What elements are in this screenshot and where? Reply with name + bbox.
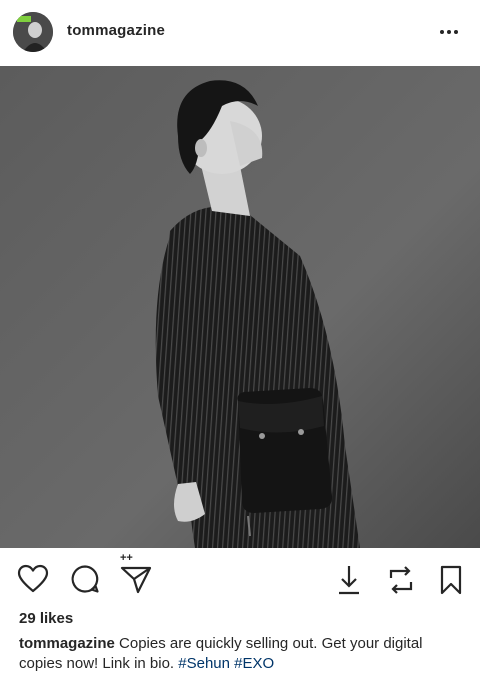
post-username[interactable]: tommagazine [67, 22, 165, 39]
paper-plane-icon[interactable] [120, 564, 152, 599]
post-photo[interactable] [0, 66, 480, 548]
hashtag-exo[interactable]: #EXO [234, 655, 274, 672]
post-caption: tommagazine Copies are quickly selling o… [19, 634, 464, 674]
hashtag-sehun[interactable]: #Sehun [178, 655, 230, 672]
post-header: tommagazine [0, 0, 480, 66]
likes-count[interactable]: 29 likes [19, 610, 73, 627]
heart-icon[interactable] [17, 564, 49, 599]
caption-username[interactable]: tommagazine [19, 635, 115, 652]
download-icon[interactable] [338, 564, 360, 601]
repost-icon[interactable] [385, 566, 417, 599]
more-options-icon[interactable] [436, 22, 462, 42]
action-bar: ++ [0, 552, 480, 602]
profile-avatar[interactable] [13, 12, 53, 52]
comment-icon[interactable] [70, 564, 100, 599]
bookmark-icon[interactable] [440, 565, 462, 600]
new-activity-badge: ++ [120, 552, 133, 564]
